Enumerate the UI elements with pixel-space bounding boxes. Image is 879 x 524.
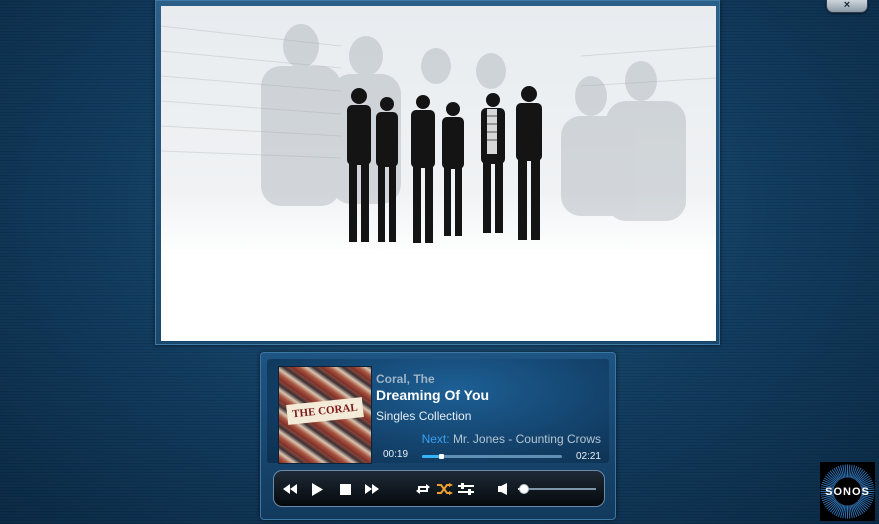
album-name: Singles Collection xyxy=(376,409,472,423)
volume-knob[interactable] xyxy=(519,484,530,494)
rewind-icon xyxy=(283,484,297,494)
stop-icon xyxy=(339,483,351,495)
repeat-icon xyxy=(416,484,430,494)
elapsed-time: 00:19 xyxy=(383,449,409,460)
volume-icon xyxy=(497,483,507,495)
track-title: Dreaming Of You xyxy=(376,387,490,403)
progress-bar[interactable] xyxy=(422,454,562,459)
artist-image-panel xyxy=(155,0,720,345)
play-icon xyxy=(312,482,323,496)
next-track-line: Next: Mr. Jones - Counting Crows xyxy=(422,432,601,446)
close-button[interactable]: × xyxy=(826,0,868,13)
mute-button[interactable] xyxy=(495,480,513,498)
album-art: THE CORAL xyxy=(278,366,372,464)
sonos-ray xyxy=(848,505,851,519)
fast-forward-icon xyxy=(365,484,379,494)
crossfade-button[interactable] xyxy=(457,480,475,498)
play-button[interactable] xyxy=(308,480,326,498)
progress-fill xyxy=(422,455,441,458)
repeat-button[interactable] xyxy=(414,480,432,498)
next-label: Next: xyxy=(421,432,450,446)
now-playing-panel: THE CORAL Coral, The Dreaming Of You Sin… xyxy=(260,352,616,520)
artist-name: Coral, The xyxy=(376,372,435,386)
sonos-ray xyxy=(844,464,847,478)
track-info-area: THE CORAL Coral, The Dreaming Of You Sin… xyxy=(267,359,609,464)
fast-forward-button[interactable] xyxy=(363,480,381,498)
next-track-name: Mr. Jones - Counting Crows xyxy=(452,432,601,446)
sonos-ray xyxy=(844,505,847,519)
crossfade-icon xyxy=(458,483,474,495)
volume-slider[interactable] xyxy=(518,484,596,494)
shuffle-button[interactable] xyxy=(436,480,454,498)
sonos-ray xyxy=(848,464,851,478)
shuffle-icon xyxy=(437,483,453,495)
total-time: 02:21 xyxy=(575,451,601,462)
rewind-button[interactable] xyxy=(281,480,299,498)
sonos-logo: SONOS xyxy=(820,462,875,521)
transport-controls xyxy=(273,470,605,507)
sonos-logo-text: SONOS xyxy=(825,485,870,498)
close-icon: × xyxy=(843,0,851,11)
progress-handle[interactable] xyxy=(438,454,444,459)
album-art-logo: THE CORAL xyxy=(286,397,364,425)
artist-photo xyxy=(161,6,716,341)
stop-button[interactable] xyxy=(336,480,354,498)
band-photo-illustration xyxy=(161,6,716,341)
